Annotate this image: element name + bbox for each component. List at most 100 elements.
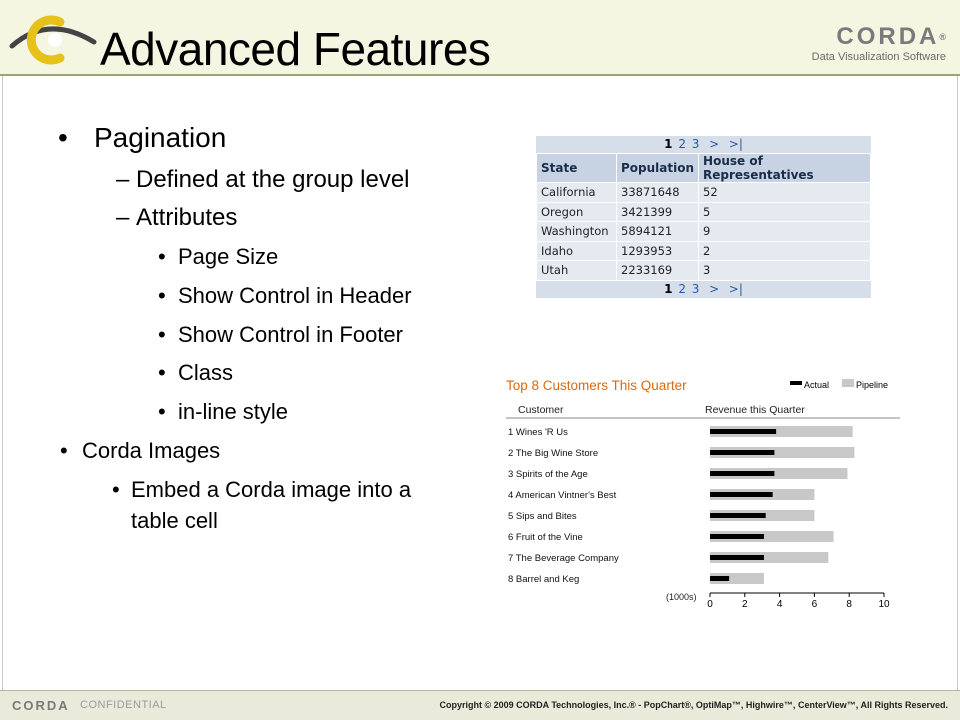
bullet-marker: –: [116, 204, 130, 231]
pager-last[interactable]: >|: [729, 282, 743, 296]
column-header-state: State: [536, 153, 617, 183]
bullet-marker: •: [60, 438, 68, 463]
x-tick-label: 4: [777, 599, 783, 610]
bullet-attributes: Attributes: [136, 204, 238, 231]
x-tick-label: 10: [878, 599, 890, 610]
brand-logo: CORDA® Data Visualization Software: [812, 24, 946, 64]
bullet-page-size: Page Size: [178, 244, 279, 269]
category-label: 6 Fruit of the Vine: [508, 532, 583, 543]
frame-divider: [957, 76, 958, 690]
table-row: Utah 2233169 3: [536, 260, 871, 281]
bar-actual: [710, 450, 775, 455]
bullet-class: Class: [178, 360, 234, 385]
table-cell: 33871648: [615, 182, 700, 203]
bullet-marker: •: [58, 122, 68, 153]
pager-last[interactable]: >|: [729, 137, 743, 151]
table-cell: 3421399: [615, 201, 700, 222]
bullet-pagination: Pagination: [94, 122, 227, 153]
frame-divider: [2, 76, 3, 690]
table-row: Idaho 1293953 2: [536, 240, 871, 261]
bullet-embed-line1: Embed a Corda image into a: [131, 477, 412, 502]
pager-next[interactable]: >: [709, 282, 719, 296]
table-cell: Idaho: [536, 240, 617, 261]
bullet-marker: •: [112, 477, 120, 502]
x-tick-label: 6: [812, 599, 818, 610]
pager-next[interactable]: >: [709, 137, 719, 151]
slide-header: Advanced Features CORDA® Data Visualizat…: [0, 0, 960, 76]
table-cell: 9: [698, 221, 871, 242]
table-cell: California: [536, 182, 617, 203]
chart-title: Top 8 Customers This Quarter: [506, 378, 687, 393]
pager-page-3[interactable]: 3: [692, 137, 700, 151]
value-header: Revenue this Quarter: [705, 404, 805, 416]
category-label: 2 The Big Wine Store: [508, 448, 598, 459]
legend-swatch: [790, 381, 802, 385]
footer-confidential: CONFIDENTIAL: [80, 699, 167, 711]
bullet-corda-images: Corda Images: [82, 438, 221, 463]
category-label: 3 Spirits of the Age: [508, 469, 588, 480]
bullet-embed-line2: table cell: [131, 508, 218, 533]
table-cell: 3: [698, 260, 871, 281]
bullet-marker: •: [158, 283, 166, 308]
chart-canvas: Top 8 Customers This Quarter Actual Pipeli…: [506, 378, 900, 610]
bar-actual: [710, 576, 730, 581]
table-cell: Utah: [536, 260, 617, 281]
category-label: 5 Sips and Bites: [508, 511, 577, 522]
table-cell: Washington: [536, 221, 617, 242]
bar-actual: [710, 513, 766, 518]
bullet-marker: –: [116, 166, 130, 193]
column-header-population: Population: [615, 153, 700, 183]
x-tick-label: 2: [742, 599, 748, 610]
corda-eye-logo-icon: [9, 15, 97, 65]
brand-tagline: Data Visualization Software: [811, 51, 946, 63]
footer-brand: CORDA: [12, 698, 70, 713]
table-cell: Oregon: [536, 201, 617, 222]
bullet-defined: Defined at the group level: [136, 166, 410, 193]
pager-page-3[interactable]: 3: [692, 282, 700, 296]
bullet-marker: •: [158, 360, 166, 385]
bullet-inline-style: in-line style: [178, 399, 289, 424]
table-row: Washington 5894121 9: [536, 221, 871, 242]
category-label: 4 American Vintner's Best: [508, 490, 617, 501]
pager-page-2[interactable]: 2: [678, 282, 686, 296]
category-label: 7 The Beverage Company: [508, 553, 619, 564]
slide-footer: CORDA CONFIDENTIAL Copyright © 2009 CORD…: [0, 690, 960, 720]
bar-actual: [710, 492, 773, 497]
table-row: Oregon 3421399 5: [536, 201, 871, 222]
bullet-control-footer: Show Control in Footer: [178, 322, 403, 347]
pager-page-1[interactable]: 1: [664, 282, 672, 296]
pager-page-1[interactable]: 1: [664, 137, 672, 151]
bar-actual: [710, 429, 777, 434]
bullet-control-header: Show Control in Header: [178, 283, 412, 308]
legend-swatch: [842, 379, 854, 387]
bullet-marker: •: [158, 399, 166, 424]
brand-name: CORDA®: [836, 23, 946, 50]
table-cell: 2: [698, 240, 871, 261]
legend-label: Pipeline: [856, 380, 888, 390]
paginated-table-example: 1 2 3 > >| State Population House of Rep…: [536, 136, 871, 298]
pager-header: 1 2 3 > >|: [536, 136, 871, 153]
table-cell: 1293953: [615, 240, 700, 261]
table-header-row: State Population House of Representative…: [536, 153, 871, 183]
state-table: State Population House of Representative…: [536, 153, 871, 281]
category-header: Customer: [518, 404, 564, 416]
bar-actual: [710, 534, 764, 539]
column-header-representatives: House of Representatives: [698, 153, 871, 183]
bar-actual: [710, 555, 764, 560]
bullet-marker: •: [158, 322, 166, 347]
table-cell: 5894121: [615, 221, 700, 242]
bullet-marker: •: [158, 244, 166, 269]
pager-page-2[interactable]: 2: [678, 137, 686, 151]
bar-actual: [710, 471, 775, 476]
customers-bar-chart: Top 8 Customers This Quarter Actual Pipeli…: [500, 370, 900, 610]
x-tick-label: 0: [707, 599, 713, 610]
table-cell: 5: [698, 201, 871, 222]
table-row: California 33871648 52: [536, 182, 871, 203]
table-cell: 52: [698, 182, 871, 203]
pager-footer: 1 2 3 > >|: [536, 280, 871, 298]
unit-label: (1000s): [666, 592, 697, 602]
footer-copyright: Copyright © 2009 CORDA Technologies, Inc…: [439, 700, 948, 710]
table-cell: 2233169: [615, 260, 700, 281]
slide-title: Advanced Features: [100, 23, 491, 75]
category-label: 8 Barrel and Keg: [508, 574, 579, 585]
